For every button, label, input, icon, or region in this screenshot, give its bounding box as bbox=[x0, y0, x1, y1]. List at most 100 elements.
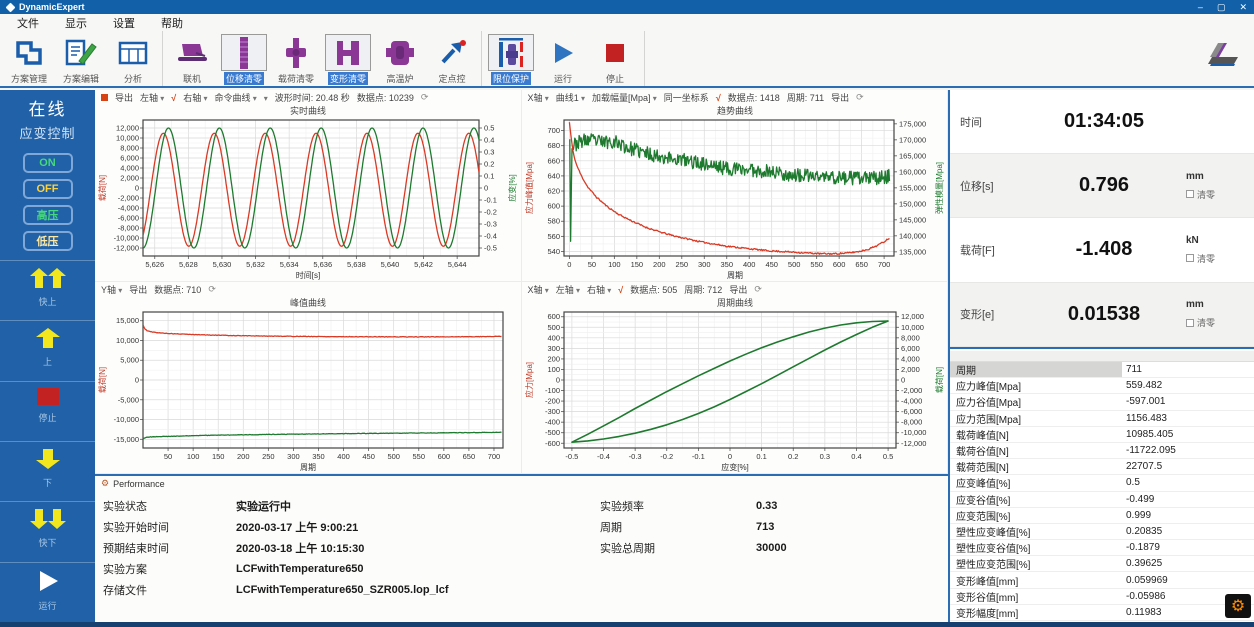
result-row[interactable]: 塑性应变谷值[%]-0.1879 bbox=[950, 540, 1254, 556]
result-row[interactable]: 应力谷值[Mpa]-597.001 bbox=[950, 394, 1254, 410]
sidebar-jogs: 快上上停止下快下运行 bbox=[0, 260, 95, 622]
svg-text:400: 400 bbox=[337, 452, 350, 461]
zero-checkbox[interactable] bbox=[1186, 254, 1194, 262]
result-row[interactable]: 塑性应变峰值[%]0.20835 bbox=[950, 524, 1254, 540]
performance-row: 存储文件LCFwithTemperature650_SZR005.lop_lcf bbox=[103, 579, 449, 600]
toolbar-displacement-zero-button[interactable]: 位移清零 bbox=[218, 32, 270, 86]
chart-dropdown[interactable]: 曲线1 bbox=[556, 91, 585, 104]
toolbar-limit-protect-button[interactable]: 限位保护 bbox=[485, 32, 537, 86]
toolbar: 方案管理方案编辑分析联机 位移清零载荷清零变形清零高温炉定点控限位保护运行停止 bbox=[0, 31, 1254, 88]
chart-dropdown[interactable]: 左轴 bbox=[556, 283, 580, 296]
chart-toolbar-text[interactable]: √ bbox=[716, 93, 721, 103]
toolbar-connect-button[interactable]: 联机 bbox=[166, 32, 218, 86]
svg-text:-12,000: -12,000 bbox=[114, 244, 139, 253]
toolbar-stop-button[interactable]: 停止 bbox=[589, 32, 641, 86]
svg-text:-15,000: -15,000 bbox=[114, 435, 139, 444]
performance-row: 周期713 bbox=[600, 516, 787, 537]
zero-checkbox-row[interactable]: 清零 bbox=[1186, 252, 1244, 265]
zero-checkbox-row[interactable]: 清零 bbox=[1186, 188, 1244, 201]
result-row[interactable]: 应变范围[%]0.999 bbox=[950, 508, 1254, 524]
results-rows: 周期711应力峰值[Mpa]559.482应力谷值[Mpa]-597.001应力… bbox=[950, 362, 1254, 621]
chart-toolbar-text[interactable]: √ bbox=[171, 93, 176, 103]
svg-text:700: 700 bbox=[547, 126, 560, 135]
jog-fast-up-button[interactable]: 快上 bbox=[0, 260, 95, 320]
result-row[interactable]: 应力峰值[Mpa]559.482 bbox=[950, 378, 1254, 394]
chart-dropdown[interactable]: X轴 bbox=[528, 283, 549, 296]
toolbar-furnace-button[interactable]: 高温炉 bbox=[374, 32, 426, 86]
close-button[interactable]: ✕ bbox=[1239, 2, 1247, 13]
jog-stop-button[interactable]: 停止 bbox=[0, 381, 95, 441]
chart-dropdown[interactable]: 右轴 bbox=[183, 91, 207, 104]
result-row[interactable]: 载荷谷值[N]-11722.095 bbox=[950, 443, 1254, 459]
menu-item-3[interactable]: 帮助 bbox=[148, 14, 196, 32]
result-value: -597.001 bbox=[1122, 396, 1165, 407]
result-row[interactable]: 变形谷值[mm]-0.05986 bbox=[950, 589, 1254, 605]
refresh-icon[interactable]: ⟳ bbox=[208, 284, 216, 295]
export-button[interactable]: 导出 bbox=[129, 283, 147, 296]
svg-text:15,000: 15,000 bbox=[116, 316, 139, 325]
toolbar-analysis-button[interactable]: 分析 bbox=[107, 32, 159, 86]
toolbar-group-0: 方案管理方案编辑分析 bbox=[0, 31, 163, 86]
chart-toolbar-text[interactable]: √ bbox=[618, 285, 623, 295]
menu-item-2[interactable]: 设置 bbox=[100, 14, 148, 32]
chart-dropdown[interactable]: Y轴 bbox=[101, 283, 122, 296]
svg-text:580: 580 bbox=[547, 217, 560, 226]
refresh-icon[interactable]: ⟳ bbox=[754, 284, 762, 295]
jog-fast-down-button[interactable]: 快下 bbox=[0, 501, 95, 561]
result-value: 22707.5 bbox=[1122, 461, 1162, 472]
toolbar-run-button[interactable]: 运行 bbox=[537, 32, 589, 86]
export-button[interactable]: 导出 bbox=[729, 283, 747, 296]
menu-item-0[interactable]: 文件 bbox=[4, 14, 52, 32]
readout-row: 变形[e]0.01538mm清零 bbox=[950, 283, 1254, 347]
toggle-on-button[interactable]: ON bbox=[23, 153, 73, 173]
chart-dropdown[interactable]: 左轴 bbox=[140, 91, 164, 104]
svg-text:100: 100 bbox=[187, 452, 200, 461]
chart-toolbar-text: 数据点: 10239 bbox=[357, 91, 414, 104]
toolbar-load-zero-button[interactable]: 载荷清零 bbox=[270, 32, 322, 86]
result-value: 559.482 bbox=[1122, 380, 1162, 391]
chart-dropdown[interactable]: 命令曲线 bbox=[215, 91, 257, 104]
result-row[interactable]: 应变峰值[%]0.5 bbox=[950, 475, 1254, 491]
export-button[interactable]: 导出 bbox=[831, 91, 849, 104]
result-row[interactable]: 塑性应变范围[%]0.39625 bbox=[950, 556, 1254, 572]
minimize-button[interactable]: – bbox=[1198, 2, 1203, 13]
result-row[interactable]: 载荷峰值[N]10985.405 bbox=[950, 427, 1254, 443]
result-row[interactable]: 周期711 bbox=[950, 362, 1254, 378]
result-row[interactable]: 变形幅度[mm]0.11983 bbox=[950, 605, 1254, 621]
menu-item-1[interactable]: 显示 bbox=[52, 14, 100, 32]
result-row[interactable]: 应变谷值[%]-0.499 bbox=[950, 492, 1254, 508]
jog-up-button[interactable]: 上 bbox=[0, 320, 95, 380]
result-row[interactable]: 变形峰值[mm]0.059969 bbox=[950, 572, 1254, 588]
readout-unit: mm bbox=[1186, 171, 1244, 182]
chart-dropdown[interactable] bbox=[264, 93, 268, 103]
toolbar-label: 高温炉 bbox=[386, 72, 413, 85]
svg-text:250: 250 bbox=[262, 452, 275, 461]
settings-gear-icon[interactable]: ⚙ bbox=[1225, 594, 1251, 618]
chart-dropdown[interactable]: 加载幅量[Mpa] bbox=[592, 91, 657, 104]
svg-text:350: 350 bbox=[720, 260, 733, 269]
toolbar-fixed-point-control-button[interactable]: 定点控 bbox=[426, 32, 478, 86]
toggle-high-pressure-button[interactable]: 高压 bbox=[23, 205, 73, 225]
toolbar-deform-zero-button[interactable]: 变形清零 bbox=[322, 32, 374, 86]
maximize-button[interactable]: ▢ bbox=[1217, 2, 1226, 13]
toggle-low-pressure-button[interactable]: 低压 bbox=[23, 231, 73, 251]
export-button[interactable]: 导出 bbox=[115, 91, 133, 104]
svg-text:12,000: 12,000 bbox=[901, 312, 924, 321]
toggle-off-button[interactable]: OFF bbox=[23, 179, 73, 199]
zero-checkbox-row[interactable]: 清零 bbox=[1186, 316, 1244, 329]
refresh-icon[interactable]: ⟳ bbox=[421, 92, 429, 103]
toolbar-label: 联机 bbox=[183, 72, 201, 85]
result-row[interactable]: 应力范围[Mpa]1156.483 bbox=[950, 411, 1254, 427]
toolbar-plan-edit-button[interactable]: 方案编辑 bbox=[55, 32, 107, 86]
result-row[interactable]: 载荷范围[N]22707.5 bbox=[950, 459, 1254, 475]
toolbar-plan-manage-button[interactable]: 方案管理 bbox=[3, 32, 55, 86]
chart-dropdown[interactable]: X轴 bbox=[528, 91, 549, 104]
chart-dropdown[interactable]: 右轴 bbox=[587, 283, 611, 296]
jog-run-button[interactable]: 运行 bbox=[0, 562, 95, 622]
zero-checkbox[interactable] bbox=[1186, 190, 1194, 198]
refresh-icon[interactable]: ⟳ bbox=[856, 92, 864, 103]
zero-checkbox[interactable] bbox=[1186, 319, 1194, 327]
result-value: 0.999 bbox=[1122, 510, 1151, 521]
svg-text:200: 200 bbox=[653, 260, 666, 269]
jog-down-button[interactable]: 下 bbox=[0, 441, 95, 501]
